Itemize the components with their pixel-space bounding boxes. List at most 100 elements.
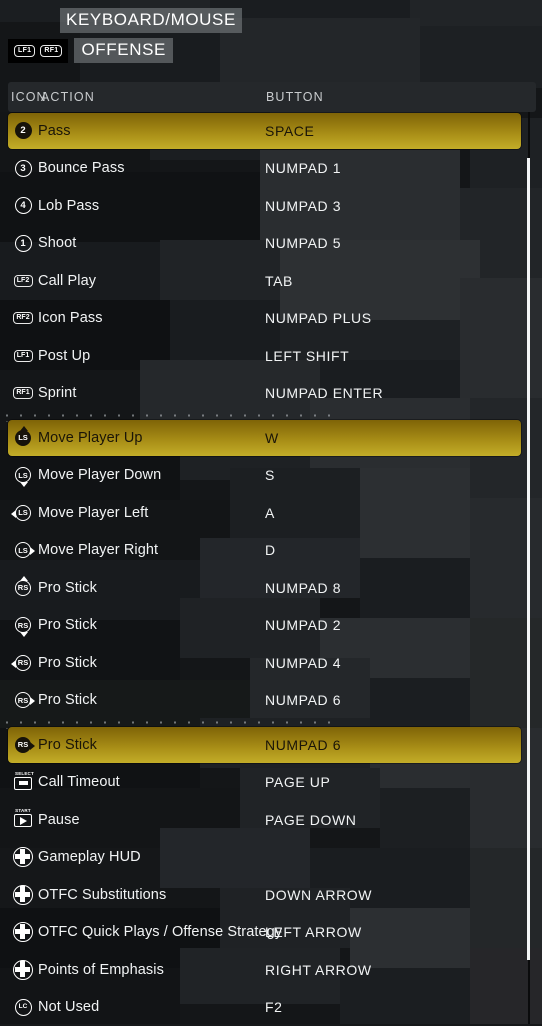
bindings-group: LSMove Player UpWLSMove Player DownSLSMo… (0, 419, 542, 724)
bindings-list[interactable]: 2PassSPACE3Bounce PassNUMPAD 14Lob PassN… (0, 112, 542, 1024)
icon-glyph: RS (12, 734, 34, 756)
table-row[interactable]: LSMove Player RightD (0, 532, 542, 570)
icon-glyph: 2 (15, 122, 32, 139)
right-stick-down-icon: RS (11, 613, 35, 637)
column-header-bar: ICON ACTION BUTTON (8, 82, 536, 112)
table-row[interactable]: LCNot UsedF2 (0, 989, 542, 1026)
right-stick-right-icon: RS (11, 733, 35, 757)
icon-glyph: RF2 (13, 312, 32, 324)
bumper-rf1-icon: RF1 (40, 45, 62, 57)
row-action-label: Pro Stick (38, 737, 97, 753)
row-button-label: NUMPAD 2 (265, 617, 341, 633)
icon-glyph: SELECT (12, 772, 34, 793)
row-action-label: Not Used (38, 999, 99, 1015)
table-row[interactable]: Points of Emphasis RIGHT ARROW (0, 951, 542, 989)
table-row[interactable]: LF1 Post Up LEFT SHIFT (0, 337, 542, 375)
tab-offense[interactable]: OFFENSE (74, 38, 173, 63)
dpad-icon (11, 958, 35, 982)
dpad-icon (11, 845, 35, 869)
row-button-label: TAB (265, 273, 293, 289)
right-stick-left-icon: RS (11, 651, 35, 675)
button-circle-4-icon: 4 (11, 194, 35, 218)
row-button-label: D (265, 542, 276, 558)
icon-glyph: 4 (15, 197, 32, 214)
row-action-label: Pro Stick (38, 617, 97, 633)
dpad-icon (11, 920, 35, 944)
icon-glyph (13, 960, 33, 980)
table-row[interactable]: Gameplay HUD (0, 839, 542, 877)
scrollbar-thumb[interactable] (527, 158, 530, 961)
table-row[interactable]: 1ShootNUMPAD 5 (0, 225, 542, 263)
row-button-label: NUMPAD 6 (265, 737, 341, 753)
table-row[interactable]: 3 Bounce Pass NUMPAD 1 (0, 150, 542, 188)
button-circle-1-icon: 1 (11, 231, 35, 255)
table-row-selected[interactable]: 2PassSPACE (0, 112, 542, 150)
left-stick-right-icon: LS (11, 538, 35, 562)
icon-glyph: LS (12, 539, 34, 561)
row-action-label: Pro Stick (38, 692, 97, 708)
icon-glyph: RS (12, 689, 34, 711)
table-row[interactable]: SELECTCall Timeout PAGE UP (0, 764, 542, 802)
row-button-label: NUMPAD PLUS (265, 310, 372, 326)
table-row[interactable]: LSMove Player DownS (0, 457, 542, 495)
icon-glyph: LS (12, 427, 34, 449)
bumper-rf1-icon: RF1 (11, 381, 35, 405)
row-action-label: OTFC Quick Plays / Offense Strategy (38, 924, 282, 940)
row-button-label: LEFT SHIFT (265, 348, 349, 364)
table-row[interactable]: RSPro StickNUMPAD 6 (0, 682, 542, 720)
icon-glyph: RS (12, 614, 34, 636)
row-action-label: Move Player Up (38, 430, 143, 446)
icon-glyph: LC (15, 999, 32, 1016)
table-row-selected[interactable]: LSMove Player UpW (0, 419, 542, 457)
row-action-label: Gameplay HUD (38, 849, 141, 865)
row-action-label: Points of Emphasis (38, 962, 164, 978)
row-action-label: Bounce Pass (38, 160, 125, 176)
select-button-icon: SELECT (11, 770, 35, 794)
row-action-label: Call Play (38, 273, 96, 289)
row-button-label: NUMPAD 4 (265, 655, 341, 671)
table-row[interactable]: STARTPausePAGE DOWN (0, 801, 542, 839)
group-separator (0, 719, 542, 724)
bumper-lf1-icon: LF1 (11, 344, 35, 368)
scrollbar[interactable] (527, 112, 531, 1024)
table-row[interactable]: OTFC Quick Plays / Offense StrategyLEFT … (0, 914, 542, 952)
row-action-label: Pass (38, 123, 71, 139)
row-action-label: Call Timeout (38, 774, 120, 790)
icon-glyph: RS (12, 577, 34, 599)
table-row[interactable]: LSMove Player LeftA (0, 494, 542, 532)
bindings-group: RSPro Stick NUMPAD 6 SELECTCall Timeout PAG… (0, 726, 542, 1026)
table-row[interactable]: OTFC SubstitutionsDOWN ARROW (0, 876, 542, 914)
table-row[interactable]: RSPro Stick NUMPAD 8 (0, 569, 542, 607)
row-button-label: NUMPAD 3 (265, 198, 341, 214)
icon-glyph: LS (12, 464, 34, 486)
row-action-label: Icon Pass (38, 310, 103, 326)
tab-bumper-hints: LF1 RF1 (8, 39, 68, 63)
icon-glyph: LS (12, 502, 34, 524)
bumper-rf2-icon: RF2 (11, 306, 35, 330)
left-stick-down-icon: LS (11, 463, 35, 487)
right-stick-up-icon: RS (11, 576, 35, 600)
left-stick-left-icon: LS (11, 501, 35, 525)
icon-glyph: 3 (15, 160, 32, 177)
row-button-label: RIGHT ARROW (265, 962, 372, 978)
icon-glyph: LF1 (14, 350, 33, 362)
row-button-label: LEFT ARROW (265, 924, 362, 940)
row-button-label: PAGE UP (265, 774, 330, 790)
row-button-label: NUMPAD 1 (265, 160, 341, 176)
icon-glyph: LF2 (14, 275, 33, 287)
table-row[interactable]: RF2 Icon Pass NUMPAD PLUS (0, 300, 542, 338)
row-button-label: NUMPAD 8 (265, 580, 341, 596)
column-header-button: BUTTON (266, 90, 324, 104)
row-button-label: NUMPAD ENTER (265, 385, 383, 401)
table-row[interactable]: 4Lob PassNUMPAD 3 (0, 187, 542, 225)
row-action-label: Pause (38, 812, 80, 828)
row-action-label: Post Up (38, 348, 90, 364)
table-row[interactable]: RSPro Stick NUMPAD 2 (0, 607, 542, 645)
table-row-selected[interactable]: RSPro Stick NUMPAD 6 (0, 726, 542, 764)
table-row[interactable]: RF1SprintNUMPAD ENTER (0, 375, 542, 413)
tab-selector[interactable]: LF1 RF1 OFFENSE (8, 38, 173, 63)
icon-glyph: RS (12, 652, 34, 674)
row-action-label: Pro Stick (38, 580, 97, 596)
table-row[interactable]: LF2 Call Play TAB (0, 262, 542, 300)
table-row[interactable]: RSPro StickNUMPAD 4 (0, 644, 542, 682)
